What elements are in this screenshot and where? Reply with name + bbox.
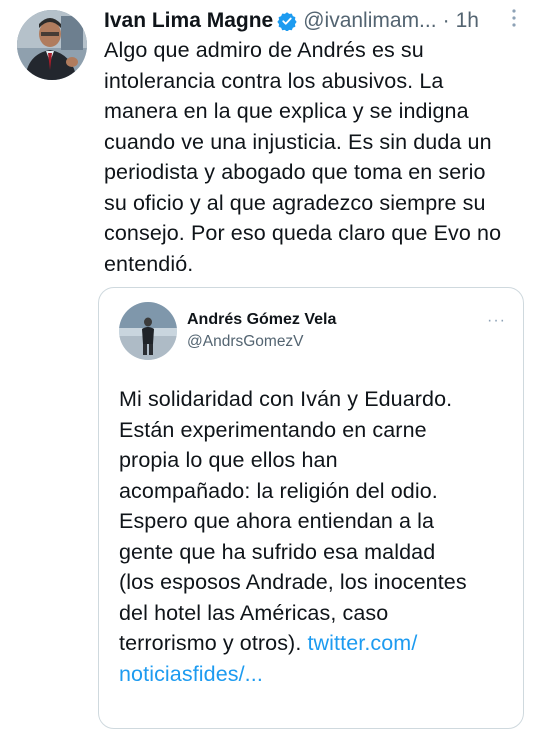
tweet-timestamp[interactable]: 1h bbox=[456, 9, 479, 33]
quoted-author-name[interactable]: Andrés Gómez Vela bbox=[187, 311, 336, 329]
quoted-tweet-link-part1[interactable]: twitter.com/ bbox=[307, 631, 417, 655]
author-name[interactable]: Ivan Lima Magne bbox=[104, 9, 273, 33]
quoted-author-handle[interactable]: @AndrsGomezV bbox=[187, 333, 304, 351]
quoted-author-avatar-image bbox=[119, 302, 177, 360]
tweet-text: Algo que admiro de Andrés es su intolera… bbox=[104, 38, 502, 276]
header-separator: · bbox=[442, 9, 450, 32]
more-options-icon[interactable] bbox=[507, 7, 521, 29]
quoted-tweet-card[interactable]: Andrés Gómez Vela @AndrsGomezV ··· Mi so… bbox=[98, 287, 524, 729]
quoted-author-avatar[interactable] bbox=[119, 302, 177, 360]
verified-badge-icon bbox=[277, 11, 297, 32]
quoted-tweet-link-part2[interactable]: noticiasfides/... bbox=[119, 662, 263, 686]
quoted-more-icon[interactable]: ··· bbox=[487, 312, 506, 330]
tweet-header: Ivan Lima Magne @ivanlimam... · 1h bbox=[104, 6, 524, 36]
author-avatar-image bbox=[17, 10, 87, 80]
quoted-tweet-body: Mi solidaridad con Iván y Eduardo. Están… bbox=[119, 387, 467, 655]
tweet[interactable]: Ivan Lima Magne @ivanlimam... · 1h Algo … bbox=[0, 0, 540, 729]
quoted-tweet-text: Mi solidaridad con Iván y Eduardo. Están… bbox=[119, 384, 519, 689]
author-handle[interactable]: @ivanlimam... bbox=[303, 9, 436, 33]
author-avatar[interactable] bbox=[17, 10, 87, 80]
